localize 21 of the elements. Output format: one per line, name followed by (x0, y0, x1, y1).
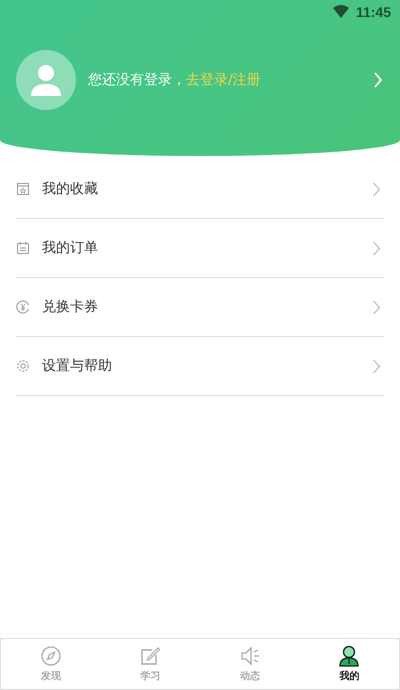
menu-item[interactable]: 设置与帮助 (16, 337, 384, 396)
person-icon (338, 645, 360, 667)
speaker-icon (238, 645, 261, 667)
chevron-icon (372, 240, 381, 256)
status-time: 11:45 (356, 4, 391, 20)
gear-icon (16, 359, 30, 373)
bookmark-icon (16, 182, 30, 196)
tab[interactable]: 我的 (300, 639, 399, 689)
menu-item[interactable]: 我的订单 (16, 219, 384, 278)
wifi-icon (332, 5, 350, 19)
coupon-icon (16, 300, 30, 314)
compass-icon (40, 645, 62, 667)
menu-item[interactable]: 我的收藏 (16, 160, 384, 219)
menu-item[interactable]: 兑换卡券 (16, 278, 384, 337)
edit-icon (139, 645, 162, 667)
chevron-icon (372, 358, 381, 374)
chevron-icon (373, 72, 383, 88)
calendar-icon (16, 241, 30, 255)
chevron-icon (372, 300, 381, 314)
chevron-icon (372, 182, 381, 196)
login-prompt: 您还没有登录， (88, 72, 186, 88)
